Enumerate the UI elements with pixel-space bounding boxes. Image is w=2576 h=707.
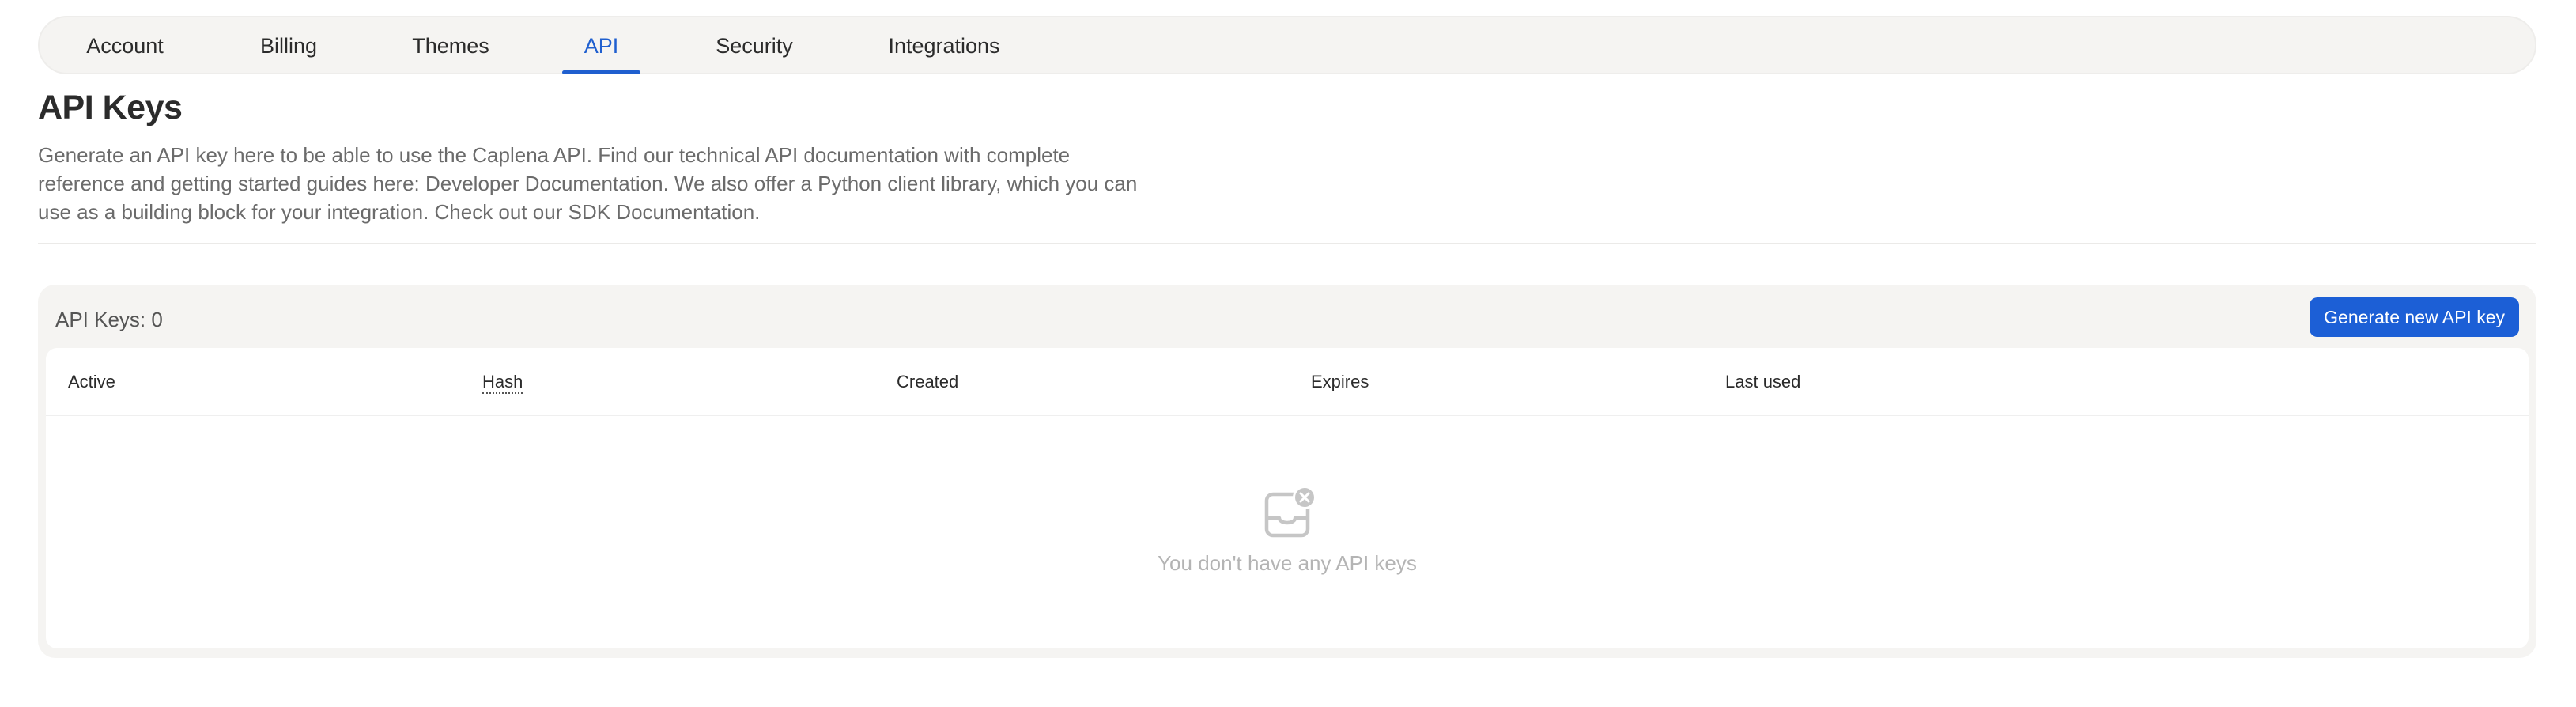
tab-api[interactable]: API: [562, 17, 640, 74]
column-header-last-used[interactable]: Last used: [1725, 348, 1800, 415]
page-title: API Keys: [38, 89, 183, 127]
tab-account[interactable]: Account: [85, 17, 165, 74]
section-divider: [38, 243, 2536, 244]
column-header-hash-label: Hash: [482, 372, 523, 394]
page-description: Generate an API key here to be able to u…: [38, 143, 1138, 224]
tab-billing[interactable]: Billing: [259, 17, 318, 74]
api-keys-count: API Keys: 0: [55, 308, 163, 331]
tab-integrations[interactable]: Integrations: [887, 17, 1001, 74]
inbox-x-icon: [1264, 486, 1316, 538]
api-keys-table: Active Hash Created Expires Last used Yo…: [46, 348, 2529, 648]
generate-api-key-button[interactable]: Generate new API key: [2310, 297, 2519, 337]
column-header-hash[interactable]: Hash: [482, 348, 523, 415]
column-header-created[interactable]: Created: [897, 348, 958, 415]
settings-tabs: Account Billing Themes API Security Inte…: [38, 16, 2536, 74]
empty-state: You don't have any API keys: [46, 415, 2529, 648]
column-header-active[interactable]: Active: [68, 348, 115, 415]
empty-state-message: You don't have any API keys: [1158, 551, 1417, 575]
tab-themes[interactable]: Themes: [412, 17, 489, 74]
tab-security[interactable]: Security: [713, 17, 795, 74]
api-keys-panel: API Keys: 0 Generate new API key Active …: [38, 285, 2536, 658]
table-header-row: Active Hash Created Expires Last used: [46, 348, 2529, 416]
column-header-expires[interactable]: Expires: [1311, 348, 1369, 415]
